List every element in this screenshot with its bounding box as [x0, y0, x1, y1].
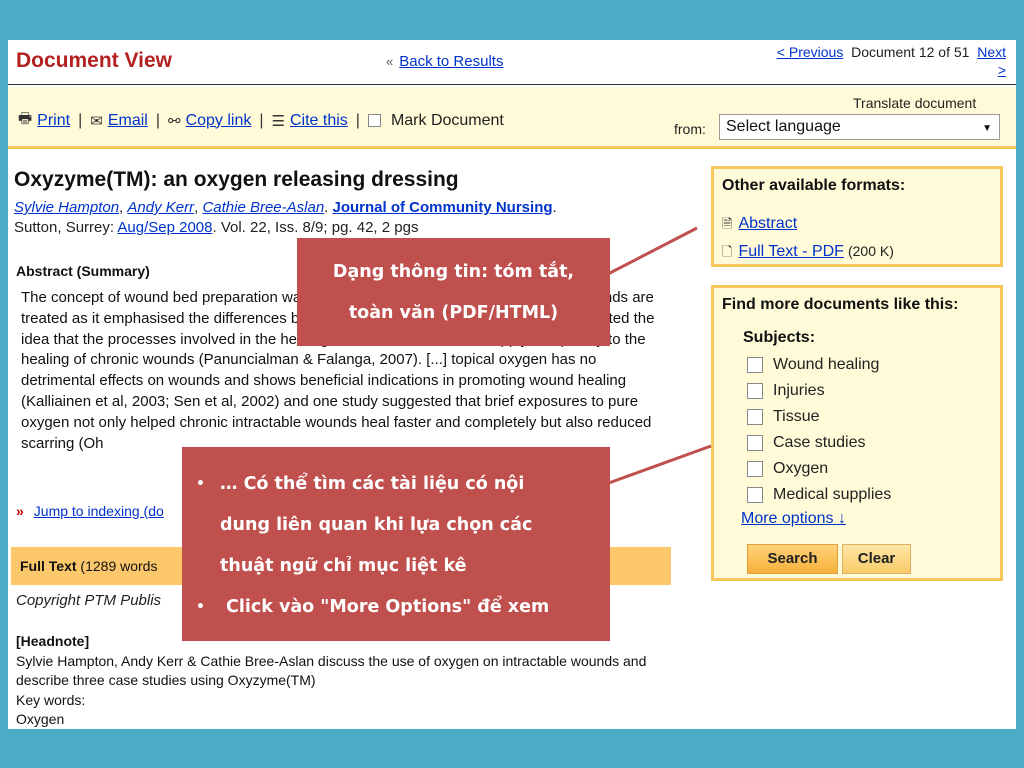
subjects-label: Subjects:	[743, 329, 816, 346]
pdf-size: (200 K)	[847, 243, 894, 259]
mark-document-checkbox[interactable]	[367, 114, 381, 127]
subject-item: Medical supplies	[747, 486, 891, 504]
double-chevron-icon: »	[16, 503, 24, 519]
subject-item: Wound healing	[747, 356, 879, 374]
document-icon: 🗎	[722, 216, 733, 231]
search-button[interactable]: Search	[747, 544, 838, 574]
callout-subjects: … Có thể tìm các tài liệu có nội dung li…	[182, 447, 610, 641]
subject-item: Tissue	[747, 408, 820, 426]
subject-label: Wound healing	[773, 356, 880, 373]
from-label: from:	[674, 121, 706, 137]
email-link[interactable]: Email	[108, 112, 148, 130]
document-position: Document 12 of 51	[851, 44, 970, 60]
other-formats-panel: Other available formats: 🗎 Abstract 🗋 Full…	[711, 166, 1003, 267]
subject-checkbox[interactable]	[747, 434, 763, 451]
subject-label: Tissue	[773, 408, 820, 425]
subject-checkbox[interactable]	[747, 408, 763, 425]
jump-to-indexing-link[interactable]: Jump to indexing (do	[34, 503, 164, 519]
pdf-icon: 🗋	[722, 244, 733, 259]
copyright-text: Copyright PTM Publis	[16, 592, 162, 609]
next-arrow-link[interactable]: >	[998, 62, 1006, 78]
author-line: Sylvie Hampton, Andy Kerr, Cathie Bree-A…	[14, 199, 557, 216]
back-chevron-icon: «	[386, 54, 394, 69]
language-select[interactable]: Select language ▼	[719, 114, 1000, 140]
publication-details: . Vol. 22, Iss. 8/9; pg. 42, 2 pgs	[212, 219, 419, 236]
subject-checkbox[interactable]	[747, 382, 763, 399]
separator: |	[259, 111, 264, 129]
formats-title: Other available formats:	[722, 177, 906, 194]
publication-location: Sutton, Surrey:	[14, 219, 115, 236]
subject-item: Oxygen	[747, 460, 828, 478]
print-link[interactable]: Print	[37, 112, 70, 130]
toolbar-actions: 🖶 Print | ✉ Email | ⚯ Copy link | ☰ Cite…	[18, 108, 504, 133]
keyword: Oxygen	[16, 711, 65, 728]
subject-checkbox[interactable]	[747, 486, 763, 503]
document-title: Oxyzyme(TM): an oxygen releasing dressin…	[14, 168, 459, 191]
document-toolbar: 🖶 Print | ✉ Email | ⚯ Copy link | ☰ Cite…	[8, 87, 1016, 149]
subject-item: Injuries	[747, 382, 825, 400]
abstract-link[interactable]: Abstract	[738, 215, 797, 232]
callout-text: toàn văn (PDF/HTML)	[348, 303, 559, 323]
callout-text: Click vào "More Options" để xem	[226, 597, 550, 617]
full-text-label: Full Text	[20, 558, 77, 574]
keywords-label: Key words:	[16, 691, 86, 708]
printer-icon[interactable]: 🖶	[18, 108, 32, 133]
publication-info: Sutton, Surrey: Aug/Sep 2008. Vol. 22, I…	[14, 219, 418, 236]
callout-text-line: thuật ngữ chỉ mục liệt kê	[196, 546, 596, 587]
callout-text: Dạng thông tin: tóm tắt,	[332, 262, 575, 282]
translate-label: Translate document	[853, 95, 977, 111]
subject-label: Oxygen	[773, 460, 829, 477]
header-divider	[8, 84, 1016, 85]
subject-checkbox[interactable]	[747, 356, 763, 373]
subject-label: Injuries	[773, 382, 825, 399]
separator: |	[78, 111, 83, 129]
copy-link-link[interactable]: Copy link	[186, 112, 252, 130]
more-documents-panel: Find more documents like this: Subjects:…	[711, 285, 1003, 581]
abstract-format: 🗎 Abstract	[722, 215, 797, 237]
clear-button[interactable]: Clear	[842, 544, 911, 574]
word-count: (1289 words	[76, 558, 158, 574]
headnote: [Headnote] Sylvie Hampton, Andy Kerr & C…	[16, 632, 666, 729]
back-to-results: « Back to Results	[386, 53, 503, 70]
mark-document-label: Mark Document	[390, 111, 504, 129]
callout-text-line: dung liên quan khi lựa chọn các	[196, 505, 596, 546]
subject-item: Case studies	[747, 434, 866, 452]
envelope-icon[interactable]: ✉	[90, 112, 103, 130]
author-link[interactable]: Andy Kerr	[127, 199, 194, 216]
separator: |	[155, 111, 160, 129]
pdf-format: 🗋 Full Text - PDF (200 K)	[722, 243, 894, 265]
citation-icon[interactable]: ☰	[272, 112, 285, 130]
callout-text: dung liên quan khi lựa chọn các	[220, 515, 533, 535]
author-link[interactable]: Sylvie Hampton	[14, 199, 119, 216]
subject-checkbox[interactable]	[747, 460, 763, 477]
author-link[interactable]: Cathie Bree-Aslan	[202, 199, 324, 216]
callout-text: … Có thể tìm các tài liệu có nội	[220, 474, 525, 494]
callout-text: thuật ngữ chỉ mục liệt kê	[220, 556, 467, 576]
callout-bullet: … Có thể tìm các tài liệu có nội	[196, 464, 596, 505]
back-to-results-link[interactable]: Back to Results	[399, 53, 503, 70]
cite-this-link[interactable]: Cite this	[290, 112, 348, 130]
callout-bullet: Click vào "More Options" để xem	[196, 587, 596, 628]
headnote-text: Sylvie Hampton, Andy Kerr & Cathie Bree-…	[16, 652, 647, 689]
journal-link[interactable]: Journal of Community Nursing	[333, 199, 553, 216]
issue-date-link[interactable]: Aug/Sep 2008	[117, 219, 212, 236]
full-text-pdf-link[interactable]: Full Text - PDF	[738, 243, 844, 260]
subject-label: Medical supplies	[773, 486, 892, 503]
jump-to-indexing: » Jump to indexing (do	[16, 503, 164, 519]
document-pager: < Previous Document 12 of 51 Next >	[708, 43, 1006, 79]
callout-formats: Dạng thông tin: tóm tắt, toàn văn (PDF/H…	[297, 238, 610, 346]
abstract-heading: Abstract (Summary)	[16, 263, 150, 279]
separator: |	[355, 111, 360, 129]
subject-label: Case studies	[773, 434, 866, 451]
dropdown-arrow-icon: ▼	[982, 123, 992, 134]
previous-link[interactable]: < Previous	[777, 44, 844, 60]
page-title: Document View	[16, 49, 172, 72]
chain-link-icon[interactable]: ⚯	[168, 112, 181, 130]
language-select-value: Select language	[726, 118, 841, 135]
next-link[interactable]: Next	[977, 44, 1006, 60]
more-documents-title: Find more documents like this:	[722, 296, 959, 313]
more-options-link[interactable]: More options ↓	[741, 510, 846, 528]
